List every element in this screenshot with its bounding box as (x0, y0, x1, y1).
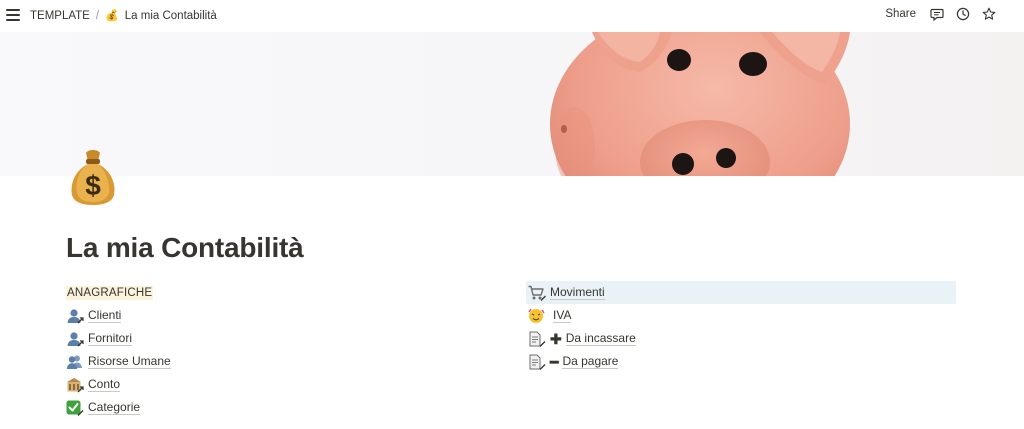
iva-link[interactable]: IVA (553, 308, 572, 323)
list-item[interactable]: Risorse Umane (64, 350, 494, 373)
bust-link-icon (67, 308, 84, 323)
cover-image (0, 32, 1024, 176)
bust-link-icon (67, 331, 84, 346)
piggy-bank-illustration (550, 32, 850, 176)
categorie-link[interactable]: Categorie (88, 400, 141, 415)
document-link-icon (529, 331, 546, 347)
list-item[interactable]: ✚ Da incassare (526, 327, 956, 350)
list-item[interactable]: Fornitori (64, 327, 494, 350)
minus-sign-icon: ━ (550, 353, 559, 370)
section-heading: ANAGRAFICHE (64, 281, 494, 304)
money-bag-icon[interactable]: $ (66, 147, 120, 207)
list-item[interactable]: Clienti (64, 304, 494, 327)
check-mark-link-icon (66, 400, 84, 416)
list-item[interactable]: Conto (64, 373, 494, 396)
page-title: La mia Contabilità (66, 232, 304, 263)
bank-link-icon (67, 377, 84, 392)
list-item[interactable]: ━ Da pagare (526, 350, 956, 373)
busts-link-icon (66, 355, 82, 369)
conto-link[interactable]: Conto (88, 377, 121, 392)
share-button[interactable]: Share (885, 8, 916, 20)
top-actions: Share (885, 7, 996, 21)
comments-icon[interactable] (930, 7, 944, 21)
clienti-link[interactable]: Clienti (88, 308, 122, 323)
list-item[interactable]: IVA (526, 304, 956, 327)
plus-sign-icon: ✚ (550, 330, 562, 347)
breadcrumb-root[interactable]: TEMPLATE (30, 10, 90, 22)
svg-text:$: $ (85, 170, 101, 201)
top-bar: TEMPLATE / 💰 La mia Contabilità Share (0, 0, 1024, 32)
list-item[interactable]: Categorie (64, 396, 494, 419)
breadcrumb: TEMPLATE / 💰 La mia Contabilità (30, 9, 217, 23)
right-column: Movimenti IVA ✚ Da incassare ━ Da pagare (526, 281, 956, 373)
breadcrumb-page[interactable]: La mia Contabilità (125, 10, 217, 22)
fornitori-link[interactable]: Fornitori (88, 331, 133, 346)
da-pagare-link[interactable]: Da pagare (562, 354, 619, 369)
list-item[interactable]: Movimenti (526, 281, 956, 304)
menu-icon[interactable] (6, 9, 20, 21)
history-icon[interactable] (956, 7, 970, 21)
left-column: ANAGRAFICHE Clienti Fornitori Risorse Um… (64, 281, 494, 419)
favorite-star-icon[interactable] (982, 7, 996, 21)
money-bag-icon: 💰 (105, 10, 119, 22)
face-link-icon (528, 308, 545, 323)
cart-link-icon (528, 285, 546, 301)
document-link-icon (529, 354, 546, 370)
breadcrumb-separator: / (95, 9, 100, 22)
risorse-umane-link[interactable]: Risorse Umane (88, 354, 171, 369)
anagrafiche-heading: ANAGRAFICHE (66, 285, 154, 300)
movimenti-link[interactable]: Movimenti (550, 285, 605, 300)
da-incassare-link[interactable]: Da incassare (565, 331, 636, 346)
